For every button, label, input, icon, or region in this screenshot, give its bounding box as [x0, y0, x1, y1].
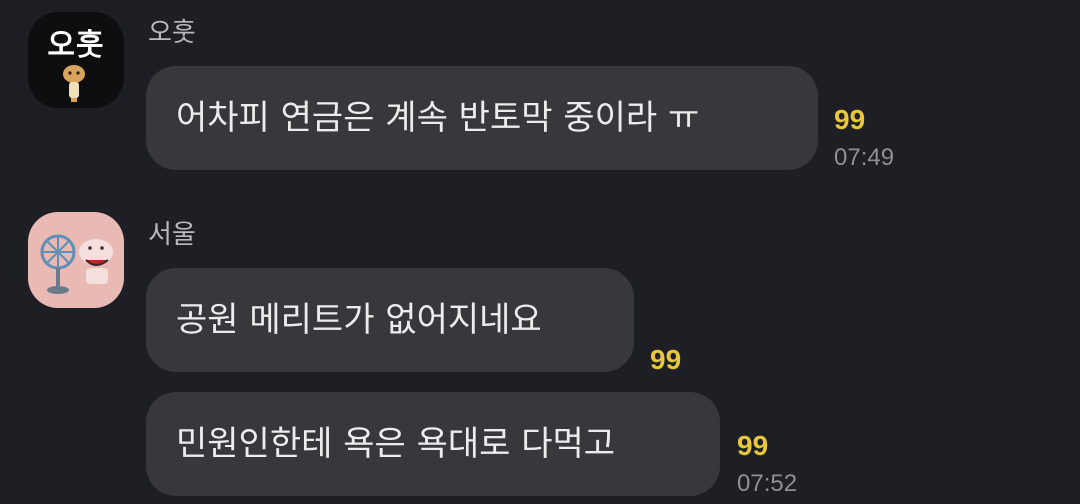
timestamp: 07:49 — [834, 144, 895, 171]
unread-count: 99 — [650, 344, 682, 375]
sender-name: 서울 — [148, 220, 196, 250]
sender-name: 오훗 — [148, 18, 196, 48]
fan-character-profile-icon — [40, 234, 113, 294]
character-profile-icon — [63, 65, 85, 102]
message-bubble[interactable]: 어차피 연금은 계속 반토막 중이라 ㅠ — [146, 66, 818, 170]
avatar[interactable] — [28, 212, 124, 308]
timestamp: 07:52 — [737, 470, 798, 497]
avatar[interactable]: 오훗 — [28, 12, 124, 108]
message-bubble[interactable]: 민원인한테 욕은 욕대로 다먹고 — [146, 392, 720, 496]
message-bubble[interactable]: 공원 메리트가 없어지네요 — [146, 268, 634, 372]
unread-count: 99 — [737, 430, 769, 461]
unread-count: 99 — [834, 104, 866, 135]
